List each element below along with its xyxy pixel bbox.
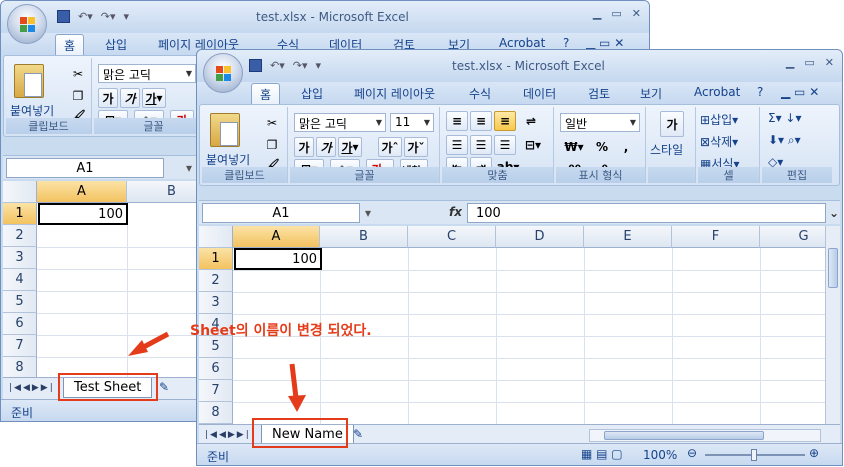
arrow-head-icon	[288, 395, 306, 412]
arrow-to-new-tab	[289, 363, 299, 399]
annotation-arrows	[128, 331, 306, 412]
arrow-head-icon	[128, 340, 148, 356]
